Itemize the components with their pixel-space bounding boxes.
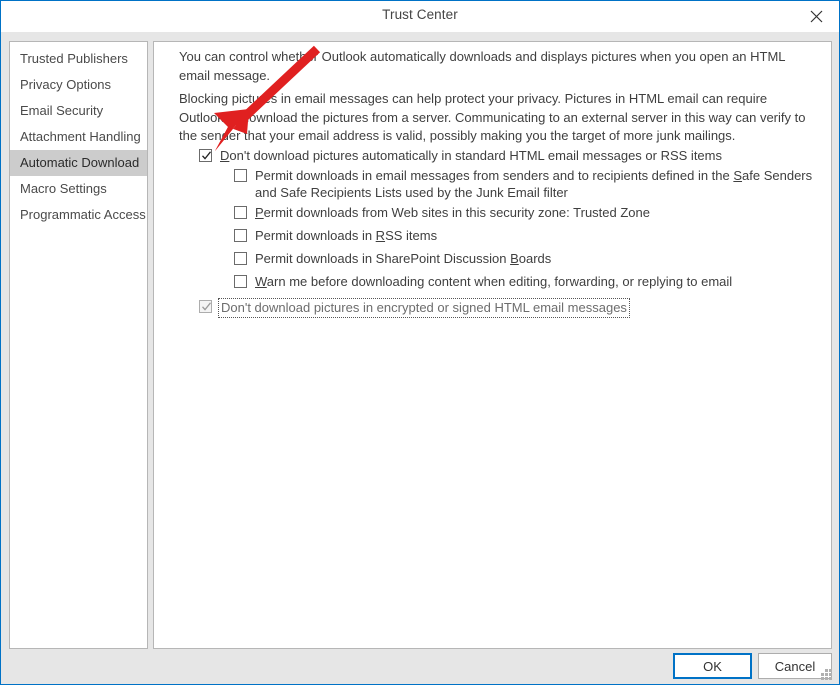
checkbox-dont-download-standard[interactable] xyxy=(199,149,212,162)
checkbox-dont-download-encrypted xyxy=(199,300,212,313)
checkbox-row-permit-rss[interactable]: Permit downloads in RSS items xyxy=(234,227,437,244)
sidebar-item-privacy-options[interactable]: Privacy Options xyxy=(10,72,147,98)
checkbox-label-permit-sharepoint: Permit downloads in SharePoint Discussio… xyxy=(255,251,552,266)
checkbox-label-warn-before-download: Warn me before downloading content when … xyxy=(255,274,733,289)
checkbox-row-dont-download-encrypted[interactable]: Don't download pictures in encrypted or … xyxy=(199,298,630,318)
sidebar-item-automatic-download[interactable]: Automatic Download xyxy=(10,150,147,176)
checkbox-permit-safe-senders[interactable] xyxy=(234,169,247,182)
window-title: Trust Center xyxy=(382,7,458,22)
checkbox-label-permit-security-zone: Permit downloads from Web sites in this … xyxy=(255,205,650,220)
settings-panel: You can control whether Outlook automati… xyxy=(153,41,832,649)
ok-button[interactable]: OK xyxy=(673,653,752,679)
sidebar-item-trusted-publishers[interactable]: Trusted Publishers xyxy=(10,46,147,72)
checkbox-permit-rss[interactable] xyxy=(234,229,247,242)
checkbox-row-permit-security-zone[interactable]: Permit downloads from Web sites in this … xyxy=(234,204,650,221)
close-button[interactable] xyxy=(794,1,839,32)
checkbox-label-dont-download-encrypted: Don't download pictures in encrypted or … xyxy=(218,298,630,318)
checkbox-permit-security-zone[interactable] xyxy=(234,206,247,219)
resize-grip[interactable] xyxy=(821,669,833,681)
sidebar-item-attachment-handling[interactable]: Attachment Handling xyxy=(10,124,147,150)
title-bar: Trust Center xyxy=(1,1,839,32)
checkbox-label-dont-download-standard: Don't download pictures automatically in… xyxy=(220,148,722,163)
category-list[interactable]: Trusted Publishers Privacy Options Email… xyxy=(9,41,148,649)
description-paragraph-2: Blocking pictures in email messages can … xyxy=(179,91,806,143)
checkbox-row-permit-sharepoint[interactable]: Permit downloads in SharePoint Discussio… xyxy=(234,250,551,267)
checkbox-permit-sharepoint[interactable] xyxy=(234,252,247,265)
checkbox-label-permit-safe-senders: Permit downloads in email messages from … xyxy=(255,168,813,200)
sidebar-item-email-security[interactable]: Email Security xyxy=(10,98,147,124)
sidebar-item-programmatic-access[interactable]: Programmatic Access xyxy=(10,202,147,228)
checkbox-label-permit-rss: Permit downloads in RSS items xyxy=(255,228,438,243)
checkbox-row-warn-before-download[interactable]: Warn me before downloading content when … xyxy=(234,273,732,290)
checkbox-row-dont-download-standard[interactable]: Don't download pictures automatically in… xyxy=(199,147,722,164)
description-paragraph-1: You can control whether Outlook automati… xyxy=(179,49,786,83)
checkbox-warn-before-download[interactable] xyxy=(234,275,247,288)
trust-center-dialog: Trust Center Trusted Publishers Privacy … xyxy=(0,0,840,685)
sidebar-item-macro-settings[interactable]: Macro Settings xyxy=(10,176,147,202)
checkbox-row-permit-safe-senders[interactable]: Permit downloads in email messages from … xyxy=(234,167,831,201)
close-icon xyxy=(810,10,823,23)
